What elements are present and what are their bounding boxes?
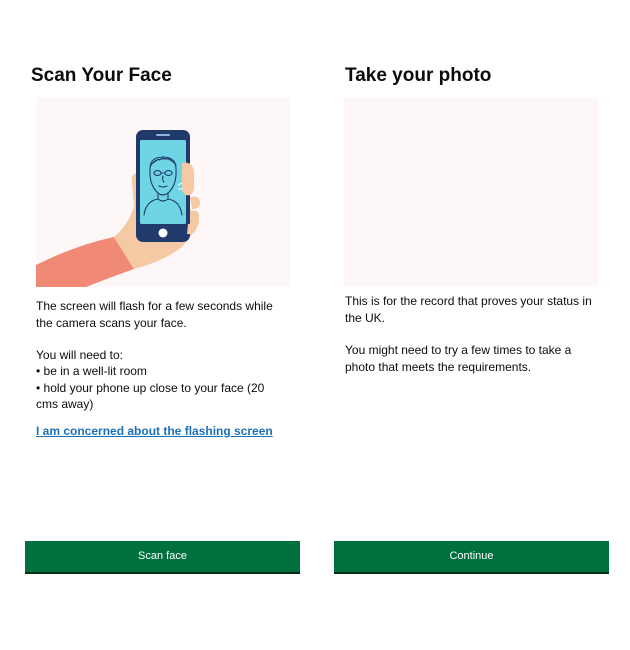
list-item: hold your phone up close to your face (2… [36,380,286,413]
photo-placeholder [344,97,599,287]
continue-button[interactable]: Continue [334,541,609,572]
scan-face-screen: Scan Your Face The screen will flash for… [0,0,315,650]
requirements-list: be in a well-lit room hold your phone up… [36,363,286,413]
list-item: be in a well-lit room [36,363,286,380]
page-title: Take your photo [345,65,492,86]
scan-face-button[interactable]: Scan face [25,541,300,572]
hand-holding-phone-icon [36,130,200,287]
page-title: Scan Your Face [31,65,172,86]
retry-info-text: You might need to try a few times to tak… [345,343,572,374]
requirements-heading: You will need to: [36,348,123,362]
flash-explanation-text: The screen will flash for a few seconds … [36,299,273,330]
take-photo-screen: Take your photo This is for the record t… [315,0,630,650]
flashing-screen-concern-link[interactable]: I am concerned about the flashing screen [36,423,273,439]
face-scan-illustration [36,97,291,287]
status-record-text: This is for the record that proves your … [345,294,592,325]
